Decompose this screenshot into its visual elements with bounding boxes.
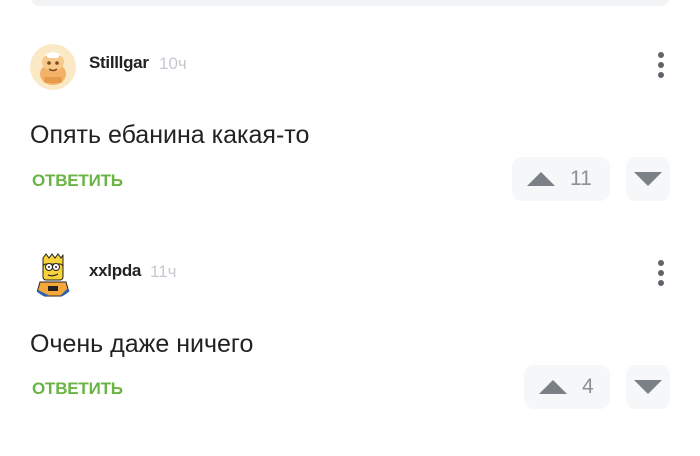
- avatar[interactable]: [30, 252, 76, 298]
- more-options-button[interactable]: [648, 50, 674, 80]
- arrow-up-icon: [539, 380, 567, 394]
- bart-simpson-avatar-icon: [30, 252, 76, 298]
- dot: [658, 270, 664, 276]
- dot: [658, 62, 664, 68]
- avatar[interactable]: [30, 44, 76, 90]
- arrow-up-icon: [527, 172, 555, 186]
- previous-comment-edge: [30, 0, 670, 6]
- dot: [658, 52, 664, 58]
- upvote-button[interactable]: 4: [524, 365, 610, 409]
- comment-timestamp: 10ч: [159, 54, 187, 73]
- comment-score: 4: [582, 375, 594, 398]
- comment-text: Очень даже ничего: [30, 330, 254, 358]
- reply-button[interactable]: ОТВЕТИТЬ: [32, 379, 123, 399]
- reply-button[interactable]: ОТВЕТИТЬ: [32, 171, 123, 191]
- downvote-button[interactable]: [626, 365, 670, 409]
- upvote-button[interactable]: 11: [512, 157, 610, 201]
- dot: [658, 280, 664, 286]
- cartoon-character-avatar-icon: [30, 44, 76, 90]
- dot: [658, 72, 664, 78]
- comment-author[interactable]: xxlpda: [89, 261, 141, 281]
- comment-author[interactable]: Stilllgar: [89, 53, 149, 73]
- more-options-button[interactable]: [648, 258, 674, 288]
- downvote-button[interactable]: [626, 157, 670, 201]
- comment-score: 11: [570, 167, 592, 190]
- arrow-down-icon: [634, 380, 662, 394]
- comment-timestamp: 11ч: [150, 262, 177, 281]
- dot: [658, 260, 664, 266]
- arrow-down-icon: [634, 172, 662, 186]
- comment-text: Опять ебанина какая-то: [30, 121, 310, 149]
